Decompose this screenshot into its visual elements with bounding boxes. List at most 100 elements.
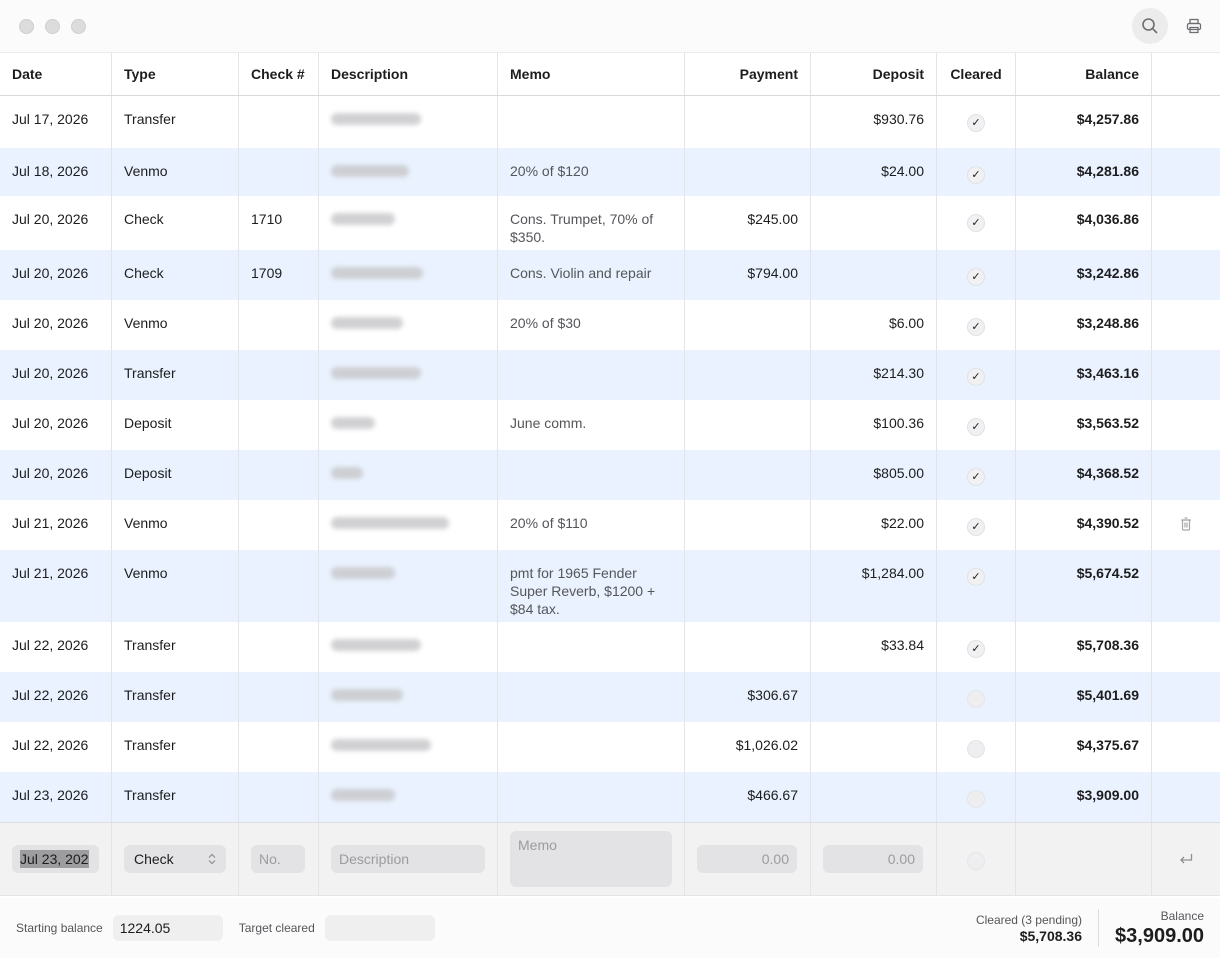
memo-cell[interactable]: pmt for 1965 Fender Super Reverb, $1200 …: [498, 550, 685, 624]
balance-cell[interactable]: $3,248.86: [1016, 300, 1152, 350]
cleared-check-icon[interactable]: ✓: [967, 640, 985, 658]
type-cell[interactable]: Transfer: [112, 672, 239, 722]
balance-cell[interactable]: $4,036.86: [1016, 196, 1152, 252]
balance-cell[interactable]: $5,401.69: [1016, 672, 1152, 722]
cleared-cell[interactable]: ✓: [937, 450, 1016, 500]
description-cell[interactable]: [319, 550, 498, 624]
column-header-cleared[interactable]: Cleared: [937, 53, 1016, 95]
entry-payment-input[interactable]: [697, 845, 797, 873]
payment-cell[interactable]: [685, 400, 811, 450]
cleared-cell[interactable]: ✓: [937, 196, 1016, 252]
cleared-check-icon[interactable]: ✓: [967, 318, 985, 336]
type-cell[interactable]: Transfer: [112, 350, 239, 400]
balance-cell[interactable]: $4,368.52: [1016, 450, 1152, 500]
type-cell[interactable]: Deposit: [112, 450, 239, 500]
cleared-cell[interactable]: ✓: [937, 350, 1016, 400]
payment-cell[interactable]: [685, 550, 811, 624]
starting-balance-input[interactable]: [112, 915, 223, 941]
column-header-balance[interactable]: Balance: [1016, 53, 1152, 95]
description-cell[interactable]: [319, 622, 498, 672]
payment-cell[interactable]: $306.67: [685, 672, 811, 722]
print-button[interactable]: [1176, 8, 1212, 44]
date-cell[interactable]: Jul 18, 2026: [0, 148, 112, 196]
payment-cell[interactable]: [685, 148, 811, 196]
type-cell[interactable]: Venmo: [112, 550, 239, 624]
balance-cell[interactable]: $3,909.00: [1016, 772, 1152, 822]
uncleared-toggle[interactable]: [967, 690, 985, 708]
balance-cell[interactable]: $4,375.67: [1016, 722, 1152, 772]
table-row[interactable]: Jul 20, 2026 Check 1710 Cons. Trumpet, 70% …: [0, 196, 1220, 252]
payment-cell[interactable]: $794.00: [685, 250, 811, 300]
memo-cell[interactable]: Cons. Trumpet, 70% of $350.: [498, 196, 685, 252]
cleared-cell[interactable]: ✓: [937, 400, 1016, 450]
memo-cell[interactable]: 20% of $30: [498, 300, 685, 350]
cleared-cell[interactable]: ✓: [937, 96, 1016, 148]
deposit-cell[interactable]: $1,284.00: [811, 550, 937, 624]
table-row[interactable]: Jul 20, 2026 Deposit $805.00 ✓ $4,368.52: [0, 450, 1220, 500]
date-cell[interactable]: Jul 20, 2026: [0, 250, 112, 300]
check-number-cell[interactable]: 1709: [239, 250, 319, 300]
column-header-type[interactable]: Type: [112, 53, 239, 95]
date-cell[interactable]: Jul 22, 2026: [0, 722, 112, 772]
balance-cell[interactable]: $5,708.36: [1016, 622, 1152, 672]
table-row[interactable]: Jul 20, 2026 Deposit June comm. $100.36 ✓ $3,…: [0, 400, 1220, 450]
type-cell[interactable]: Check: [112, 250, 239, 300]
description-cell[interactable]: [319, 300, 498, 350]
description-cell[interactable]: [319, 722, 498, 772]
memo-cell[interactable]: [498, 350, 685, 400]
table-row[interactable]: Jul 20, 2026 Transfer $214.30 ✓ $3,463.16: [0, 350, 1220, 400]
table-row[interactable]: Jul 18, 2026 Venmo 20% of $120 $24.00 ✓ $4,28…: [0, 148, 1220, 196]
type-cell[interactable]: Check: [112, 196, 239, 252]
balance-cell[interactable]: $4,281.86: [1016, 148, 1152, 196]
entry-description-input[interactable]: [331, 845, 485, 873]
payment-cell[interactable]: [685, 450, 811, 500]
entry-memo-input[interactable]: [510, 831, 672, 887]
cleared-check-icon[interactable]: ✓: [967, 568, 985, 586]
cleared-cell[interactable]: ✓: [937, 300, 1016, 350]
cleared-check-icon[interactable]: ✓: [967, 518, 985, 536]
column-header-payment[interactable]: Payment: [685, 53, 811, 95]
date-cell[interactable]: Jul 22, 2026: [0, 622, 112, 672]
type-cell[interactable]: Venmo: [112, 148, 239, 196]
memo-cell[interactable]: Cons. Violin and repair: [498, 250, 685, 300]
cleared-cell[interactable]: ✓: [937, 550, 1016, 624]
deposit-cell[interactable]: $22.00: [811, 500, 937, 550]
type-cell[interactable]: Transfer: [112, 772, 239, 822]
column-header-date[interactable]: Date: [0, 53, 112, 95]
uncleared-toggle[interactable]: [967, 790, 985, 808]
deposit-cell[interactable]: [811, 672, 937, 722]
type-cell[interactable]: Deposit: [112, 400, 239, 450]
entry-check-number-input[interactable]: [251, 845, 305, 873]
cleared-cell[interactable]: ✓: [937, 148, 1016, 196]
type-cell[interactable]: Transfer: [112, 722, 239, 772]
deposit-cell[interactable]: $930.76: [811, 96, 937, 148]
description-cell[interactable]: [319, 250, 498, 300]
check-number-cell[interactable]: [239, 622, 319, 672]
entry-type-select[interactable]: Check: [124, 845, 226, 873]
return-icon[interactable]: [1179, 853, 1193, 865]
description-cell[interactable]: [319, 196, 498, 252]
date-cell[interactable]: Jul 20, 2026: [0, 196, 112, 252]
balance-cell[interactable]: $4,390.52: [1016, 500, 1152, 550]
balance-cell[interactable]: $3,463.16: [1016, 350, 1152, 400]
memo-cell[interactable]: 20% of $110: [498, 500, 685, 550]
description-cell[interactable]: [319, 772, 498, 822]
deposit-cell[interactable]: $33.84: [811, 622, 937, 672]
trash-icon[interactable]: [1164, 514, 1208, 531]
cleared-cell[interactable]: ✓: [937, 500, 1016, 550]
search-button[interactable]: [1132, 8, 1168, 44]
table-row[interactable]: Jul 22, 2026 Transfer $306.67 $5,401.69: [0, 672, 1220, 722]
column-header-deposit[interactable]: Deposit: [811, 53, 937, 95]
payment-cell[interactable]: [685, 350, 811, 400]
deposit-cell[interactable]: $214.30: [811, 350, 937, 400]
memo-cell[interactable]: [498, 622, 685, 672]
payment-cell[interactable]: [685, 500, 811, 550]
payment-cell[interactable]: $1,026.02: [685, 722, 811, 772]
balance-cell[interactable]: $3,563.52: [1016, 400, 1152, 450]
check-number-cell[interactable]: [239, 500, 319, 550]
check-number-cell[interactable]: [239, 672, 319, 722]
date-cell[interactable]: Jul 20, 2026: [0, 450, 112, 500]
memo-cell[interactable]: 20% of $120: [498, 148, 685, 196]
deposit-cell[interactable]: $24.00: [811, 148, 937, 196]
table-row[interactable]: Jul 17, 2026 Transfer $930.76 ✓ $4,257.86: [0, 96, 1220, 148]
